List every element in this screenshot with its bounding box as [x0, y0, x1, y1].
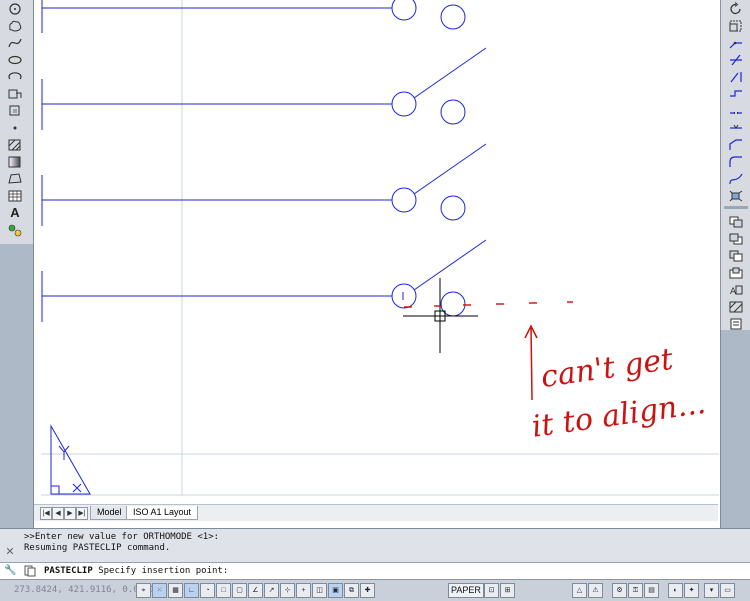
- object-snap-tracking-icon[interactable]: ∠: [248, 583, 263, 598]
- explode-icon[interactable]: [725, 188, 747, 203]
- 3d-object-snap-icon[interactable]: ▢: [232, 583, 247, 598]
- annotation-visibility-icon[interactable]: ⚠: [588, 583, 603, 598]
- cursor-coordinates: 273.8424, 421.9116, 0.0000: [14, 585, 155, 595]
- quick-view-drawings-icon[interactable]: ⊞: [500, 583, 515, 598]
- history-line: >>Enter new value for ORTHOMODE <1>:: [24, 532, 220, 542]
- chamfer-icon[interactable]: [725, 137, 747, 152]
- table-icon[interactable]: [4, 188, 26, 203]
- tab-iso-a1-layout[interactable]: ISO A1 Layout: [126, 506, 199, 520]
- join-icon[interactable]: [725, 120, 747, 135]
- paper-space-toggle[interactable]: PAPER: [448, 583, 484, 598]
- annotation-monitor-icon[interactable]: ✚: [360, 583, 375, 598]
- lock-icon[interactable]: ⚿: [628, 583, 643, 598]
- multiline-text-icon[interactable]: A: [4, 205, 26, 220]
- close-icon[interactable]: ✕: [3, 545, 17, 559]
- command-window: ✕ >>Enter new value for ORTHOMODE <1>: R…: [0, 528, 750, 563]
- first-layout-button[interactable]: |◀: [40, 507, 52, 520]
- drawing-canvas[interactable]: can't get it to align...: [33, 0, 721, 528]
- bring-annotations-icon[interactable]: [725, 316, 747, 331]
- insert-block-icon[interactable]: [4, 86, 26, 101]
- lineweight-icon[interactable]: +: [296, 583, 311, 598]
- hardware-acceleration-icon[interactable]: ▤: [644, 583, 659, 598]
- break-at-point-icon[interactable]: [725, 86, 747, 101]
- rotate-icon[interactable]: [725, 1, 747, 16]
- spline-icon[interactable]: [4, 35, 26, 50]
- last-layout-button[interactable]: ▶|: [76, 507, 88, 520]
- tab-model[interactable]: Model: [90, 506, 129, 520]
- fillet-icon[interactable]: [725, 154, 747, 169]
- switch-row-4: [41, 239, 487, 322]
- command-name: PASTECLIP: [44, 566, 93, 576]
- command-line[interactable]: 🔧 PASTECLIP Specify insertion point:: [0, 562, 750, 580]
- workspace-switching-gear-icon[interactable]: ⚙: [612, 583, 627, 598]
- switch-row-2: [41, 47, 487, 130]
- previous-layout-button[interactable]: ◀: [52, 507, 64, 520]
- infer-constraints-icon[interactable]: ⌖: [136, 583, 151, 598]
- quick-view-layouts-icon[interactable]: ⊡: [484, 583, 499, 598]
- command-prompt: PASTECLIP Specify insertion point:: [44, 565, 228, 577]
- trim-icon[interactable]: [725, 52, 747, 67]
- dynamic-ucs-icon[interactable]: ↗: [264, 583, 279, 598]
- clean-screen-icon[interactable]: ▭: [720, 583, 735, 598]
- scale-icon[interactable]: [725, 18, 747, 33]
- text-to-front-icon[interactable]: A: [725, 282, 747, 297]
- history-line: Resuming PASTECLIP command.: [24, 543, 171, 553]
- modify-toolbar: A: [720, 0, 750, 330]
- quick-properties-icon[interactable]: ▣: [328, 583, 343, 598]
- add-selected-icon[interactable]: [4, 222, 26, 237]
- status-bar: 273.8424, 421.9116, 0.0000 ⌖ ⁙ ▦ ∟ ◔ □ ▢…: [0, 579, 750, 601]
- annotation-dashes: [404, 301, 573, 308]
- ellipse-icon[interactable]: [4, 52, 26, 67]
- polar-tracking-icon[interactable]: ◔: [200, 583, 215, 598]
- grid-display-icon[interactable]: ▦: [168, 583, 183, 598]
- annotation-scale-icon[interactable]: △: [572, 583, 587, 598]
- stretch-icon[interactable]: [725, 35, 747, 50]
- next-layout-button[interactable]: ▶: [64, 507, 76, 520]
- revision-cloud-icon[interactable]: [4, 18, 26, 33]
- selection-cycling-icon[interactable]: ⧉: [344, 583, 359, 598]
- dynamic-input-icon[interactable]: ⊹: [280, 583, 295, 598]
- make-block-icon[interactable]: [4, 103, 26, 118]
- gradient-icon[interactable]: [4, 154, 26, 169]
- ellipse-arc-icon[interactable]: [4, 69, 26, 84]
- draw-order-above-icon[interactable]: [725, 248, 747, 263]
- customize-wrench-icon[interactable]: 🔧: [4, 565, 16, 577]
- circle-icon[interactable]: [4, 1, 26, 16]
- command-history: >>Enter new value for ORTHOMODE <1>: Res…: [24, 532, 624, 554]
- transparency-icon[interactable]: ◫: [312, 583, 327, 598]
- ortho-mode-icon[interactable]: ∟: [184, 583, 199, 598]
- draw-order-back-icon[interactable]: [725, 231, 747, 246]
- layout-tab-bar: |◀ ◀ ▶ ▶| Model ISO A1 Layout: [34, 504, 718, 521]
- isolate-objects-icon[interactable]: ◐: [668, 583, 683, 598]
- status-menu-chevron-icon[interactable]: ▾: [704, 583, 719, 598]
- blend-curves-icon[interactable]: [725, 171, 747, 186]
- ucs-icon: [50, 424, 91, 495]
- draw-order-under-icon[interactable]: [725, 265, 747, 280]
- switch-row-3: [41, 143, 487, 226]
- snap-mode-icon[interactable]: ⁙: [152, 583, 167, 598]
- draw-toolbar: A: [0, 0, 34, 244]
- region-icon[interactable]: [4, 171, 26, 186]
- object-snap-icon[interactable]: □: [216, 583, 231, 598]
- draw-order-front-icon[interactable]: [725, 214, 747, 229]
- break-icon[interactable]: [725, 103, 747, 118]
- hatch-to-back-icon[interactable]: [725, 299, 747, 314]
- point-icon[interactable]: [4, 120, 26, 135]
- recent-commands-icon[interactable]: [24, 565, 40, 577]
- toolbar-separator: [724, 206, 748, 209]
- prompt-text: Specify insertion point:: [98, 566, 229, 576]
- hatch-icon[interactable]: [4, 137, 26, 152]
- extend-icon[interactable]: [725, 69, 747, 84]
- lightbulb-icon[interactable]: ✦: [684, 583, 699, 598]
- switch-row-1: [41, 0, 466, 33]
